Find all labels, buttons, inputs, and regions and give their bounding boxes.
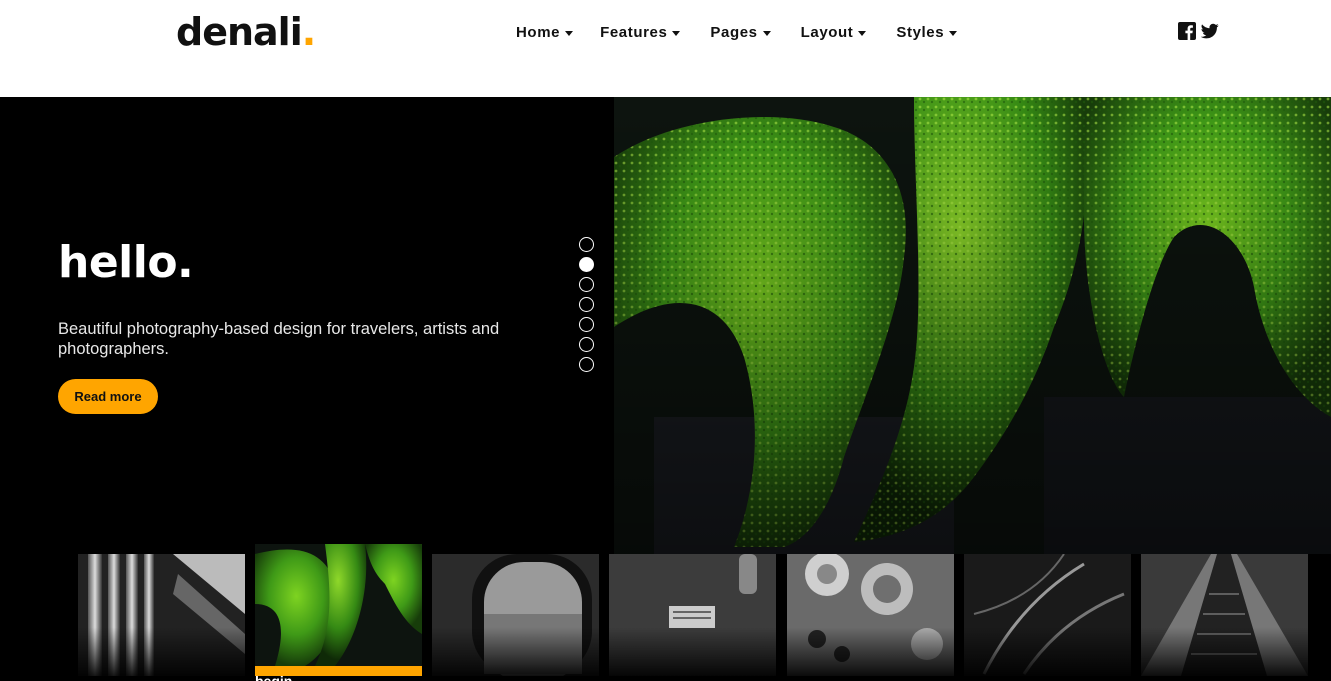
thumbnail-item[interactable]: journey [432,554,599,681]
nav-item-layout[interactable]: Layout [801,24,867,41]
slide-dot-active[interactable] [579,257,594,272]
thumbnail-image-escalator [1141,554,1308,676]
nav-item-features[interactable]: Features [600,24,681,41]
social-links [1178,22,1220,40]
slide-dot[interactable] [579,357,594,372]
nav-item-home[interactable]: Home [516,24,574,41]
logo-text: denali [176,10,303,54]
thumbnail-item[interactable]: today [609,554,776,681]
caret-down-icon [672,31,681,36]
slide-dot[interactable] [579,237,594,252]
nav-label: Styles [896,24,945,41]
caret-down-icon [762,31,771,36]
nav-item-styles[interactable]: Styles [896,24,958,41]
thumbnail-image-pizza [787,554,954,676]
hero-section: hello. Beautiful photography-based desig… [0,97,1331,681]
nav-label: Layout [800,24,854,41]
thumbnail-item[interactable]: hello [78,554,245,681]
nav-label: Features [600,24,668,41]
thumbnail-image-moss [255,544,422,666]
hero-title: hello. [58,237,194,288]
thumbnail-image-fern [964,554,1131,676]
slide-dot[interactable] [579,337,594,352]
thumbnail-image-door [609,554,776,676]
caret-down-icon [949,31,958,36]
slide-dot[interactable] [579,277,594,292]
slide-dot[interactable] [579,297,594,312]
site-logo[interactable]: denali. [176,10,316,54]
nav-label: Home [516,24,561,41]
logo-dot: . [301,10,316,54]
thumbnail-image-architecture [78,554,245,676]
slide-dot[interactable] [579,317,594,332]
caret-down-icon [565,31,574,36]
thumbnail-item[interactable]: ideas [1141,554,1308,681]
thumbnail-item-active[interactable]: begin [255,544,422,681]
thumbnail-item[interactable]: explore [964,554,1131,681]
main-nav: Home Features Pages Layout Styles [516,24,958,41]
nav-label: Pages [710,24,758,41]
read-more-button[interactable]: Read more [58,379,158,414]
thumbnail-image-airplane-window [432,554,599,676]
twitter-icon[interactable] [1200,22,1220,40]
thumbnail-label: begin [255,673,293,681]
site-header: denali. Home Features Pages Layout Style… [0,0,1331,97]
hero-description: Beautiful photography-based design for t… [58,320,500,358]
nav-item-pages[interactable]: Pages [710,24,771,41]
caret-down-icon [858,31,867,36]
thumbnail-item[interactable]: create [787,554,954,681]
slide-pagination [579,237,594,372]
hero-image-moss [614,97,1331,554]
facebook-icon[interactable] [1178,22,1196,40]
moss-image [614,97,1331,554]
